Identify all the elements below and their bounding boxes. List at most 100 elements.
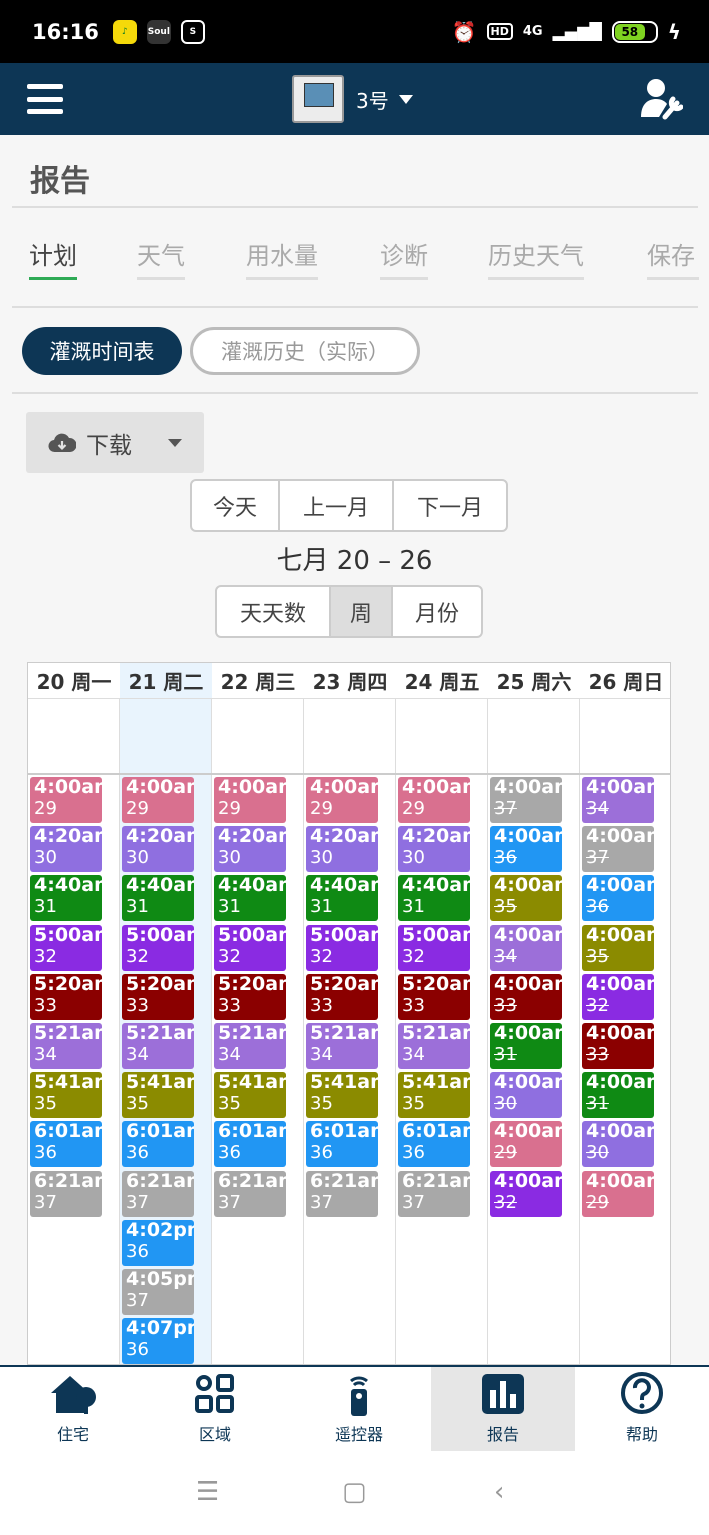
calendar-event[interactable]: 4:00am36: [582, 875, 654, 922]
day-column[interactable]: 20 周一4:00am294:20am304:40am315:00am325:2…: [28, 663, 120, 1364]
calendar-event[interactable]: 5:21am34: [122, 1023, 194, 1069]
calendar-event[interactable]: 4:02pm36: [122, 1219, 194, 1266]
schedule-toggle-button[interactable]: 灌溉时间表: [22, 327, 182, 375]
calendar-event[interactable]: 4:05pm37: [122, 1269, 194, 1315]
calendar-event[interactable]: 4:40am31: [398, 875, 470, 922]
calendar-event[interactable]: 5:21am34: [30, 1023, 102, 1069]
nav-remote[interactable]: 遥控器: [287, 1367, 431, 1451]
prev-month-button[interactable]: 上一月: [280, 481, 394, 530]
calendar-event[interactable]: 6:01am36: [306, 1121, 378, 1168]
history-toggle-button[interactable]: 灌溉历史（实际）: [190, 327, 420, 375]
tab-diagnostics[interactable]: 诊断: [380, 236, 428, 280]
calendar-event[interactable]: 6:21am37: [398, 1170, 470, 1217]
calendar-event[interactable]: 4:00am32: [490, 1170, 562, 1217]
nav-label: 区域: [198, 1425, 231, 1444]
calendar-event[interactable]: 5:21am34: [214, 1023, 286, 1069]
calendar-event[interactable]: 4:20am30: [122, 826, 194, 873]
calendar-event[interactable]: 4:00am31: [490, 1023, 562, 1069]
calendar-event[interactable]: 6:01am36: [398, 1121, 470, 1168]
calendar-event[interactable]: 6:21am37: [122, 1170, 194, 1217]
calendar-event[interactable]: 4:40am31: [122, 875, 194, 922]
calendar-event[interactable]: 4:00am29: [122, 777, 194, 823]
calendar-event[interactable]: 4:00am37: [490, 777, 562, 823]
calendar-event[interactable]: 4:00am37: [582, 826, 654, 873]
calendar-event[interactable]: 4:20am30: [306, 826, 378, 873]
calendar-event[interactable]: 5:41am35: [306, 1072, 378, 1119]
calendar-event[interactable]: 4:00am35: [490, 875, 562, 922]
calendar-event[interactable]: 5:00am32: [122, 924, 194, 971]
day-view-button[interactable]: 天天数: [217, 587, 331, 636]
calendar-event[interactable]: 5:41am35: [122, 1072, 194, 1119]
calendar-event[interactable]: 4:00am33: [490, 973, 562, 1020]
calendar-event[interactable]: 5:20am33: [30, 973, 102, 1020]
month-view-button[interactable]: 月份: [393, 587, 481, 636]
calendar-event[interactable]: 4:00am29: [582, 1170, 654, 1217]
calendar-event[interactable]: 6:01am36: [122, 1121, 194, 1168]
calendar-event[interactable]: 5:41am35: [398, 1072, 470, 1119]
nav-reports[interactable]: 报告: [431, 1367, 575, 1451]
calendar-event[interactable]: 6:21am37: [214, 1170, 286, 1217]
calendar-event[interactable]: 4:40am31: [30, 875, 102, 922]
calendar-event[interactable]: 6:01am36: [214, 1121, 286, 1168]
calendar-event[interactable]: 4:20am30: [214, 826, 286, 873]
calendar-event[interactable]: 5:00am32: [306, 924, 378, 971]
recents-icon[interactable]: ☰: [196, 1477, 219, 1507]
nav-zones[interactable]: 区域: [143, 1367, 287, 1451]
calendar-event[interactable]: 4:00am35: [582, 924, 654, 971]
calendar-event[interactable]: 4:40am31: [214, 875, 286, 922]
calendar-event[interactable]: 4:00am29: [398, 777, 470, 823]
day-column[interactable]: 24 周五4:00am294:20am304:40am315:00am325:2…: [396, 663, 488, 1364]
calendar-event[interactable]: 4:07pm36: [122, 1318, 194, 1364]
calendar-event[interactable]: 5:41am35: [214, 1072, 286, 1119]
calendar-event[interactable]: 5:21am34: [398, 1023, 470, 1069]
back-icon[interactable]: ‹: [494, 1477, 504, 1507]
calendar-event[interactable]: 5:20am33: [214, 973, 286, 1020]
calendar-event[interactable]: 4:00am31: [582, 1072, 654, 1119]
calendar-event[interactable]: 4:00am32: [582, 973, 654, 1020]
user-settings-icon[interactable]: [639, 77, 683, 121]
calendar-event[interactable]: 4:00am34: [582, 777, 654, 823]
day-column[interactable]: 22 周三4:00am294:20am304:40am315:00am325:2…: [212, 663, 304, 1364]
calendar-event[interactable]: 4:00am29: [306, 777, 378, 823]
home-button-icon[interactable]: ▢: [342, 1477, 367, 1507]
controller-selector[interactable]: 3号: [292, 75, 413, 123]
next-month-button[interactable]: 下一月: [394, 481, 506, 530]
calendar-event[interactable]: 5:00am32: [214, 924, 286, 971]
tab-save[interactable]: 保存: [647, 236, 699, 280]
calendar-event[interactable]: 4:00am30: [582, 1121, 654, 1168]
nav-home[interactable]: 住宅: [3, 1367, 143, 1451]
day-column[interactable]: 25 周六4:00am374:00am364:00am354:00am344:0…: [488, 663, 580, 1364]
calendar-event[interactable]: 4:20am30: [398, 826, 470, 873]
calendar-event[interactable]: 5:00am32: [398, 924, 470, 971]
download-button[interactable]: 下载: [26, 412, 204, 473]
tab-plan[interactable]: 计划: [29, 236, 77, 280]
calendar-event[interactable]: 6:01am36: [30, 1121, 102, 1168]
week-view-button[interactable]: 周: [331, 587, 393, 636]
calendar-event[interactable]: 4:00am34: [490, 924, 562, 971]
calendar-event[interactable]: 4:00am29: [490, 1121, 562, 1168]
calendar-event[interactable]: 4:40am31: [306, 875, 378, 922]
day-column[interactable]: 23 周四4:00am294:20am304:40am315:00am325:2…: [304, 663, 396, 1364]
calendar-event[interactable]: 6:21am37: [306, 1170, 378, 1217]
calendar-event[interactable]: 4:00am29: [214, 777, 286, 823]
calendar-event[interactable]: 5:20am33: [122, 973, 194, 1020]
menu-icon[interactable]: [27, 84, 63, 114]
calendar-event[interactable]: 4:00am36: [490, 826, 562, 873]
calendar-event[interactable]: 5:00am32: [30, 924, 102, 971]
calendar-event[interactable]: 5:21am34: [306, 1023, 378, 1069]
tab-weather[interactable]: 天气: [137, 236, 185, 280]
nav-help[interactable]: 帮助: [575, 1367, 709, 1451]
calendar-event[interactable]: 4:20am30: [30, 826, 102, 873]
day-column[interactable]: 26 周日4:00am344:00am374:00am364:00am354:0…: [580, 663, 670, 1364]
day-column[interactable]: 21 周二4:00am294:20am304:40am315:00am325:2…: [120, 663, 212, 1364]
calendar-event[interactable]: 6:21am37: [30, 1170, 102, 1217]
today-button[interactable]: 今天: [192, 481, 280, 530]
tab-weather-history[interactable]: 历史天气: [488, 236, 584, 280]
calendar-event[interactable]: 5:20am33: [398, 973, 470, 1020]
calendar-event[interactable]: 4:00am33: [582, 1023, 654, 1069]
calendar-event[interactable]: 5:41am35: [30, 1072, 102, 1119]
calendar-event[interactable]: 4:00am29: [30, 777, 102, 823]
tab-water-usage[interactable]: 用水量: [246, 236, 318, 280]
calendar-event[interactable]: 5:20am33: [306, 973, 378, 1020]
calendar-event[interactable]: 4:00am30: [490, 1072, 562, 1119]
